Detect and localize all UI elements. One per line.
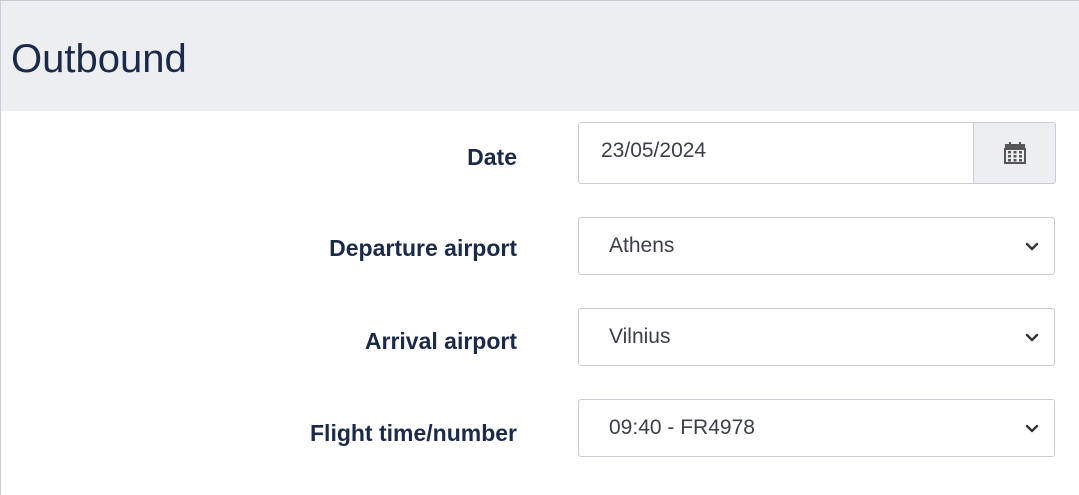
date-label: Date <box>467 144 517 170</box>
outbound-panel: Outbound Date 23/05/2024 Departure airpo… <box>0 0 1079 495</box>
arrival-select[interactable]: Vilnius <box>578 308 1055 366</box>
panel-header: Outbound <box>1 1 1079 111</box>
arrival-select-value: Vilnius <box>609 325 671 348</box>
chevron-down-icon <box>1025 424 1039 433</box>
date-input-value: 23/05/2024 <box>601 139 707 162</box>
flight-select-value: 09:40 - FR4978 <box>609 416 755 439</box>
flight-label: Flight time/number <box>310 420 517 446</box>
departure-select-value: Athens <box>609 234 675 257</box>
departure-select[interactable]: Athens <box>578 217 1055 275</box>
chevron-down-icon <box>1025 333 1039 342</box>
arrival-label: Arrival airport <box>364 328 517 354</box>
date-input[interactable]: 23/05/2024 <box>578 122 975 184</box>
calendar-button[interactable] <box>973 122 1056 184</box>
calendar-icon <box>1004 142 1026 164</box>
panel-title: Outbound <box>11 37 187 81</box>
flight-select[interactable]: 09:40 - FR4978 <box>578 399 1055 457</box>
departure-label: Departure airport <box>329 235 517 261</box>
chevron-down-icon <box>1025 242 1039 251</box>
